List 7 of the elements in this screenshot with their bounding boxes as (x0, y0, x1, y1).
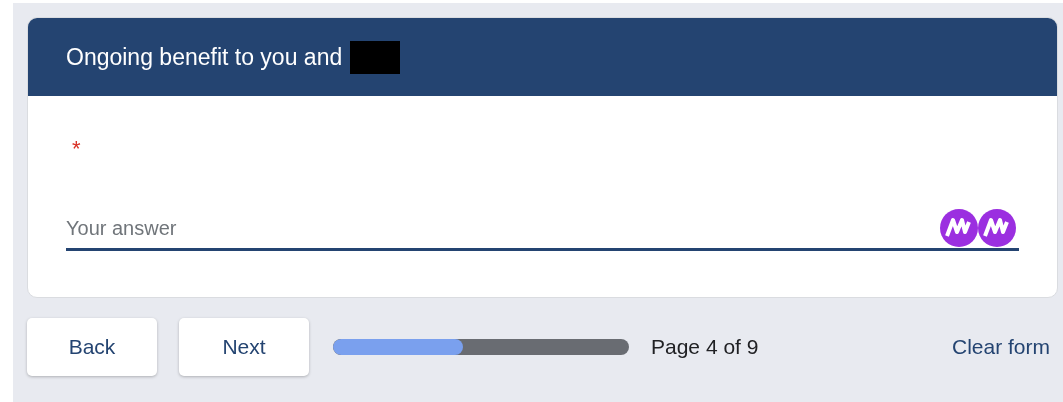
section-title: Ongoing benefit to you and (66, 43, 343, 71)
nav-button[interactable]: Back (27, 318, 157, 376)
required-mark: * (72, 136, 81, 162)
clear-form-link[interactable]: Clear form (951, 335, 1050, 359)
nav-button[interactable]: Next (179, 318, 309, 376)
answer-field[interactable]: Your answer (66, 208, 939, 248)
page-indicator: Page 4 of 9 (651, 335, 759, 359)
